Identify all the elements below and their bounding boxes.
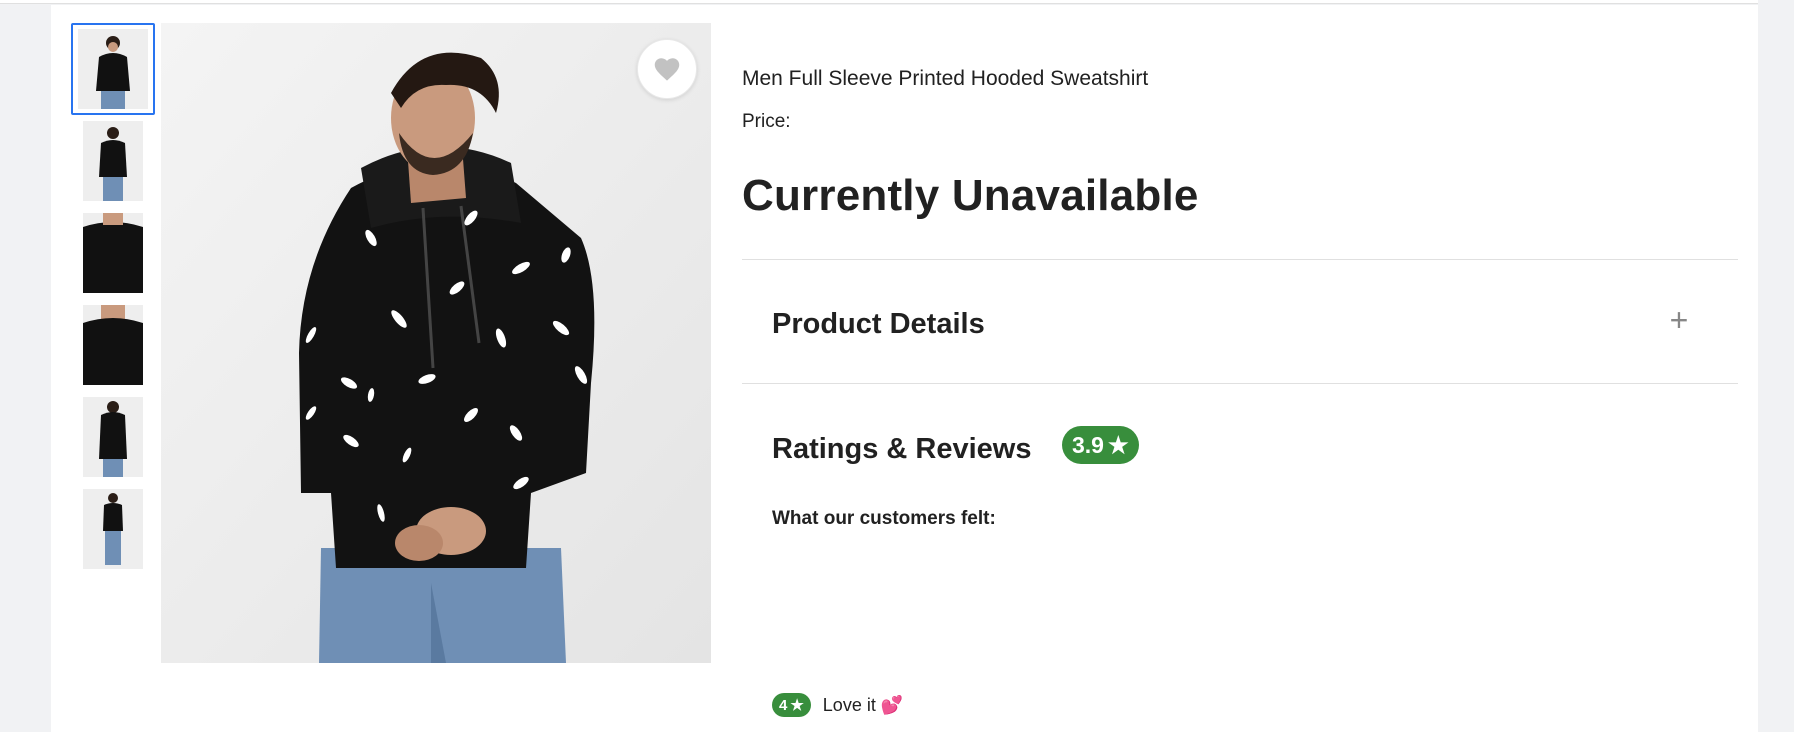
thumbnail-image — [83, 397, 143, 477]
rating-value: 3.9 — [1072, 431, 1104, 458]
divider — [742, 259, 1738, 260]
ratings-reviews-title: Ratings & Reviews — [772, 433, 1032, 465]
product-details-title[interactable]: Product Details — [772, 308, 985, 341]
thumbnail-3[interactable] — [71, 207, 155, 299]
review-title: Love it 💕 — [823, 695, 903, 716]
wishlist-button[interactable] — [637, 39, 697, 99]
thumbnail-image — [78, 29, 148, 109]
heart-icon — [654, 58, 680, 81]
thumbnail-image — [83, 121, 143, 201]
star-icon: ★ — [790, 697, 804, 714]
customers-felt-label: What our customers felt: — [772, 508, 996, 529]
divider — [742, 383, 1738, 384]
thumbnail-1[interactable] — [71, 23, 155, 115]
thumbnail-4[interactable] — [71, 299, 155, 391]
review-item: 4 ★ Love it 💕 — [772, 693, 903, 717]
star-icon: ★ — [1107, 431, 1129, 458]
product-title: Men Full Sleeve Printed Hooded Sweatshir… — [742, 67, 1149, 90]
thumbnail-6[interactable] — [71, 483, 155, 575]
product-photo — [161, 23, 711, 663]
product-card: Men Full Sleeve Printed Hooded Sweatshir… — [51, 5, 1758, 732]
overall-rating-badge: 3.9 ★ — [1062, 426, 1139, 464]
availability-status: Currently Unavailable — [742, 171, 1199, 220]
thumbnail-image — [83, 489, 143, 569]
price-label: Price: — [742, 111, 791, 132]
thumbnail-2[interactable] — [71, 115, 155, 207]
review-rating-badge: 4 ★ — [772, 693, 811, 717]
page-margin — [1758, 0, 1794, 732]
top-border — [0, 0, 1794, 4]
review-rating-value: 4 — [779, 696, 788, 714]
main-product-image[interactable] — [161, 23, 711, 663]
hearts-emoji-icon: 💕 — [880, 694, 904, 715]
thumbnail-image — [83, 305, 143, 385]
thumbnail-image — [83, 213, 143, 293]
review-text: Love it — [822, 694, 876, 715]
expand-plus-icon[interactable]: + — [1664, 304, 1694, 336]
thumbnail-5[interactable] — [71, 391, 155, 483]
